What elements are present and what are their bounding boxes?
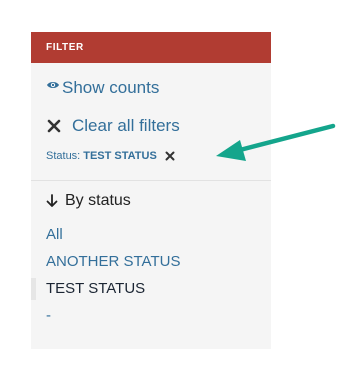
section-divider xyxy=(31,180,271,181)
by-status-heading[interactable]: By status xyxy=(46,192,131,210)
by-status-label: By status xyxy=(65,192,131,209)
remove-filter-close-icon[interactable] xyxy=(165,151,175,161)
status-option-dash[interactable]: - xyxy=(31,305,271,332)
active-filter-value: TEST STATUS xyxy=(83,150,157,162)
filter-panel: FILTER Show counts Clear all filters Sta… xyxy=(31,32,271,349)
show-counts-label: Show counts xyxy=(62,78,160,97)
arrow-down-icon xyxy=(46,194,58,208)
filter-panel-header: FILTER xyxy=(31,32,271,63)
eye-icon xyxy=(46,77,60,91)
status-option-another-status[interactable]: ANOTHER STATUS xyxy=(31,251,271,278)
status-options-list: All ANOTHER STATUS TEST STATUS - xyxy=(31,224,271,332)
clear-all-filters-label: Clear all filters xyxy=(72,116,180,135)
active-filter-label: Status: xyxy=(46,150,81,162)
screenshot-stage: FILTER Show counts Clear all filters Sta… xyxy=(0,0,354,382)
close-icon xyxy=(46,118,62,134)
clear-all-filters-link[interactable]: Clear all filters xyxy=(46,116,180,136)
status-option-test-status[interactable]: TEST STATUS xyxy=(31,278,271,305)
active-filter-tag: Status: TEST STATUS xyxy=(46,150,175,162)
show-counts-link[interactable]: Show counts xyxy=(46,78,159,98)
status-option-all[interactable]: All xyxy=(31,224,271,251)
